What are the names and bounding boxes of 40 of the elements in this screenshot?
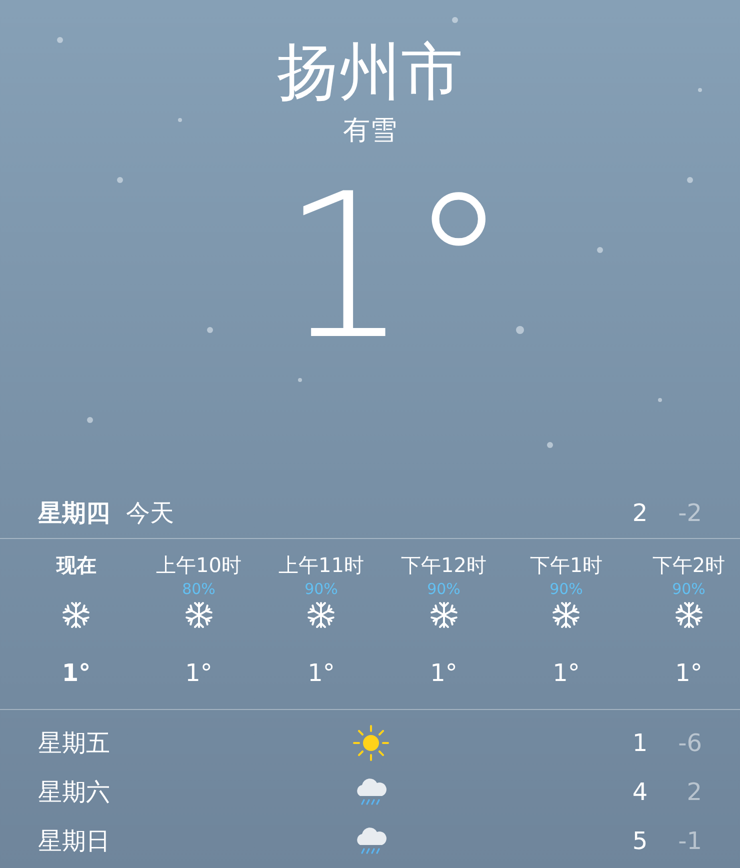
low-temperature: -2: [677, 499, 702, 527]
hour-label: 下午2时: [652, 552, 726, 579]
low-temperature: 2: [686, 778, 702, 806]
hour-label: 现在: [56, 552, 96, 579]
high-temperature: 4: [631, 778, 649, 806]
current-temperature: 1°: [281, 150, 509, 386]
day-name: 星期四: [38, 498, 110, 529]
hour-temperature: 1°: [308, 659, 335, 687]
high-temperature: 5: [631, 826, 649, 854]
snowflake-icon: [430, 601, 458, 629]
precipitation-chance: 90%: [304, 579, 338, 599]
high-temperature: 1: [631, 728, 649, 756]
weather-condition: 有雪: [343, 114, 397, 148]
snowflake-icon: [307, 601, 336, 629]
city-name: 扬州市: [277, 34, 463, 110]
day-name: 星期五: [38, 728, 111, 758]
hour-temperature: 1°: [552, 659, 580, 687]
precipitation-chance: 90%: [672, 579, 706, 599]
snowflake-icon: [184, 601, 213, 629]
hour-label: 下午12时: [401, 552, 486, 579]
snowflake-icon: [552, 601, 580, 629]
hour-label: 上午10时: [156, 552, 242, 579]
high-temperature: 2: [631, 499, 649, 527]
snowflake-icon: [674, 601, 703, 629]
precipitation-chance: 90%: [427, 579, 460, 599]
hour-label: 下午1时: [530, 552, 603, 579]
hour-temperature: 1°: [62, 659, 91, 687]
low-temperature: -6: [677, 728, 702, 756]
hour-temperature: 1°: [430, 659, 458, 687]
day-name: 星期六: [38, 776, 111, 808]
hour-temperature: 1°: [185, 659, 212, 687]
sun-icon: [353, 724, 389, 760]
hour-temperature: 1°: [675, 659, 702, 687]
today-label: 今天: [126, 498, 175, 529]
day-name: 星期日: [38, 826, 111, 856]
hour-label: 上午11时: [278, 552, 364, 579]
precipitation-chance: 90%: [550, 579, 583, 599]
snowflake-icon: [62, 601, 90, 629]
precipitation-chance: 80%: [182, 579, 216, 599]
low-temperature: -1: [677, 826, 702, 854]
